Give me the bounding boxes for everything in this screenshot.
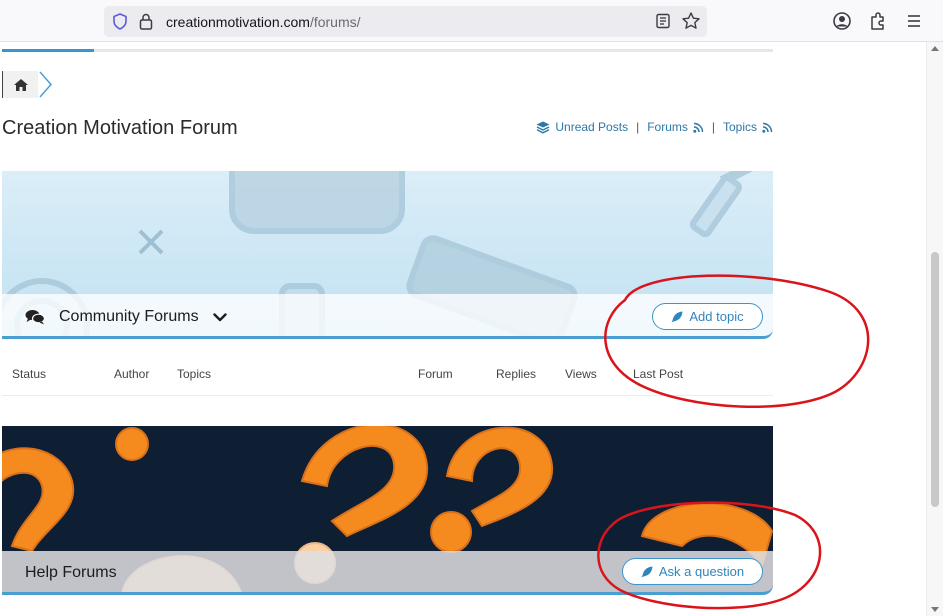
community-forums-toggle[interactable]: Community Forums — [25, 308, 227, 326]
comments-icon — [25, 310, 45, 325]
breadcrumb — [2, 71, 58, 98]
link-separator: | — [636, 120, 640, 134]
column-author[interactable]: Author — [114, 367, 149, 381]
community-forums-label: Community Forums — [59, 308, 199, 325]
url-domain: creationmotivation.com — [166, 14, 310, 30]
address-bar[interactable]: creationmotivation.com/forums/ — [104, 6, 707, 37]
column-last-post[interactable]: Last Post — [633, 367, 683, 381]
topics-table-header: Status Author Topics Forum Replies Views… — [2, 355, 773, 396]
extensions-icon[interactable] — [868, 11, 888, 31]
feather-icon — [641, 566, 653, 577]
column-forum[interactable]: Forum — [418, 367, 453, 381]
help-forums-label[interactable]: Help Forums — [25, 564, 117, 582]
ask-question-label: Ask a question — [658, 564, 745, 579]
breadcrumb-separator-icon — [39, 71, 52, 98]
feather-icon — [671, 311, 683, 322]
menu-icon[interactable] — [904, 11, 924, 31]
link-separator: | — [711, 120, 715, 134]
bookmark-star-icon[interactable] — [681, 11, 701, 31]
column-replies[interactable]: Replies — [496, 367, 536, 381]
layers-icon — [536, 121, 550, 134]
add-topic-button[interactable]: Add topic — [652, 303, 763, 330]
ask-question-button[interactable]: Ask a question — [622, 558, 763, 585]
scroll-up-arrow-icon[interactable] — [931, 46, 939, 51]
quick-links: Unread Posts | Forums | Topics — [536, 120, 773, 134]
column-topics[interactable]: Topics — [177, 367, 211, 381]
lock-icon[interactable] — [139, 13, 153, 30]
unread-posts-link[interactable]: Unread Posts — [555, 120, 628, 134]
url-text[interactable]: creationmotivation.com/forums/ — [166, 14, 361, 30]
account-icon[interactable] — [832, 11, 852, 31]
rss-icon[interactable] — [693, 122, 704, 133]
page-scrollbar[interactable] — [926, 42, 943, 616]
page-content: Creation Motivation Forum Unread Posts |… — [0, 42, 926, 616]
scroll-down-arrow-icon[interactable] — [931, 607, 939, 612]
forums-link[interactable]: Forums — [647, 120, 688, 134]
url-path: /forums/ — [309, 14, 361, 30]
column-views[interactable]: Views — [565, 367, 597, 381]
add-topic-label: Add topic — [689, 309, 744, 324]
reader-view-icon[interactable] — [655, 13, 671, 29]
home-icon — [13, 78, 28, 91]
top-divider — [2, 49, 773, 52]
page-title: Creation Motivation Forum — [2, 117, 238, 139]
column-status[interactable]: Status — [12, 367, 46, 381]
rss-icon[interactable] — [762, 122, 773, 133]
scroll-thumb[interactable] — [931, 252, 939, 507]
topics-link[interactable]: Topics — [723, 120, 757, 134]
chevron-down-icon[interactable] — [212, 312, 227, 322]
browser-toolbar: creationmotivation.com/forums/ — [0, 0, 943, 42]
top-divider-active — [2, 49, 94, 52]
breadcrumb-home[interactable] — [2, 71, 38, 98]
shield-icon[interactable] — [112, 13, 128, 30]
